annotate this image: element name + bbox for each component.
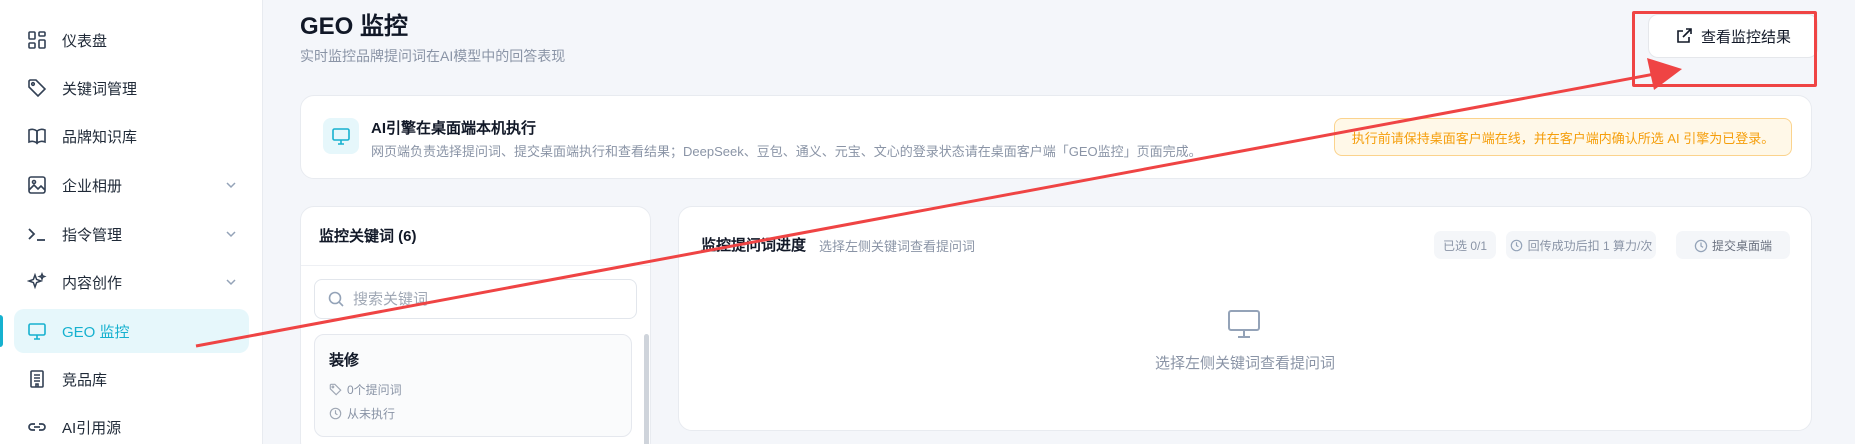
sidebar-item-label: 仪表盘 bbox=[62, 32, 108, 50]
sidebar-item-dashboard[interactable]: 仪表盘 bbox=[14, 18, 249, 62]
sidebar: 仪表盘 关键词管理 品牌知识库 企业相册 指令管理 内容创作 GEO 监控 竞品… bbox=[0, 0, 263, 444]
info-title: AI引擎在桌面端本机执行 bbox=[371, 120, 537, 137]
search-icon bbox=[327, 290, 345, 308]
terminal-icon bbox=[26, 223, 48, 245]
chevron-down-icon bbox=[223, 274, 239, 290]
sidebar-item-label: 品牌知识库 bbox=[62, 128, 138, 146]
prompt-count-text: 0个提问词 bbox=[347, 383, 402, 397]
sidebar-item-label: 关键词管理 bbox=[62, 80, 138, 98]
sidebar-item-label: 竞品库 bbox=[62, 371, 108, 389]
progress-title: 监控提问词进度 bbox=[701, 237, 807, 254]
book-icon bbox=[26, 125, 48, 147]
cost-badge: 回传成功后扣 1 算力/次 bbox=[1506, 231, 1656, 259]
sidebar-item-brand-knowledge[interactable]: 品牌知识库 bbox=[14, 114, 249, 158]
sidebar-item-label: 内容创作 bbox=[62, 274, 123, 292]
tag-icon bbox=[329, 383, 342, 396]
progress-panel: 监控提问词进度 选择左侧关键词查看提问词 已选 0/1 回传成功后扣 1 算力/… bbox=[678, 206, 1812, 431]
progress-hint: 选择左侧关键词查看提问词 bbox=[819, 239, 976, 254]
scrollbar[interactable] bbox=[644, 334, 649, 444]
building-icon bbox=[26, 368, 48, 390]
clock-icon bbox=[329, 407, 342, 420]
warning-badge: 执行前请保持桌面客户端在线，并在客户端内确认所选 AI 引擎为已登录。 bbox=[1334, 118, 1792, 156]
sidebar-item-content-creation[interactable]: 内容创作 bbox=[14, 260, 249, 304]
sidebar-item-label: AI引用源 bbox=[62, 419, 122, 437]
image-icon bbox=[26, 174, 48, 196]
keyword-search-input[interactable] bbox=[353, 290, 623, 308]
cost-text: 回传成功后扣 1 算力/次 bbox=[1527, 238, 1653, 253]
keywords-title: 监控关键词 (6) bbox=[319, 228, 417, 245]
info-card: AI引擎在桌面端本机执行 网页端负责选择提问词、提交桌面端执行和查看结果；Dee… bbox=[300, 95, 1812, 179]
chevron-down-icon bbox=[223, 177, 239, 193]
sidebar-item-geo-monitor[interactable]: GEO 监控 bbox=[14, 309, 249, 353]
sidebar-item-label: 企业相册 bbox=[62, 177, 123, 195]
last-run-text: 从未执行 bbox=[347, 407, 396, 421]
submit-desktop-button[interactable]: 提交桌面端 bbox=[1676, 231, 1790, 259]
clock-icon bbox=[1694, 239, 1708, 252]
keyword-prompt-count: 0个提问词 bbox=[329, 381, 402, 398]
sidebar-item-album[interactable]: 企业相册 bbox=[14, 163, 249, 207]
page-subtitle: 实时监控品牌提问词在AI模型中的回答表现 bbox=[300, 48, 566, 64]
keyword-card[interactable]: 装修 0个提问词 从未执行 bbox=[314, 334, 632, 437]
keyword-name: 装修 bbox=[329, 352, 360, 369]
keywords-panel: 监控关键词 (6) 装修 0个提问词 从未执行 bbox=[300, 206, 651, 444]
empty-state-text: 选择左侧关键词查看提问词 bbox=[1154, 355, 1335, 372]
sidebar-item-label: 指令管理 bbox=[62, 226, 123, 244]
divider bbox=[301, 265, 650, 266]
link-icon bbox=[26, 416, 48, 438]
keyword-search bbox=[314, 279, 637, 319]
sidebar-item-competitors[interactable]: 竞品库 bbox=[14, 357, 249, 401]
clock-icon bbox=[1510, 239, 1523, 252]
chevron-down-icon bbox=[223, 226, 239, 242]
selected-count-text: 已选 0/1 bbox=[1442, 238, 1488, 253]
sidebar-item-ai-sources[interactable]: AI引用源 bbox=[14, 405, 249, 444]
keyword-last-run: 从未执行 bbox=[329, 405, 395, 422]
selected-count-badge: 已选 0/1 bbox=[1434, 231, 1496, 259]
dashboard-icon bbox=[26, 29, 48, 51]
tag-icon bbox=[26, 77, 48, 99]
monitor-icon bbox=[323, 118, 359, 154]
page-title: GEO 监控 bbox=[300, 13, 409, 40]
annotation-highlight-box bbox=[1632, 11, 1817, 87]
monitor-icon bbox=[1227, 309, 1261, 339]
sidebar-item-commands[interactable]: 指令管理 bbox=[14, 212, 249, 256]
sidebar-item-label: GEO 监控 bbox=[62, 323, 130, 341]
active-indicator bbox=[0, 315, 3, 347]
submit-desktop-label: 提交桌面端 bbox=[1711, 238, 1772, 253]
sparkle-icon bbox=[26, 271, 48, 293]
info-description: 网页端负责选择提问词、提交桌面端执行和查看结果；DeepSeek、豆包、通义、元… bbox=[371, 144, 1202, 159]
sidebar-item-keywords[interactable]: 关键词管理 bbox=[14, 66, 249, 110]
monitor-icon bbox=[26, 320, 48, 342]
